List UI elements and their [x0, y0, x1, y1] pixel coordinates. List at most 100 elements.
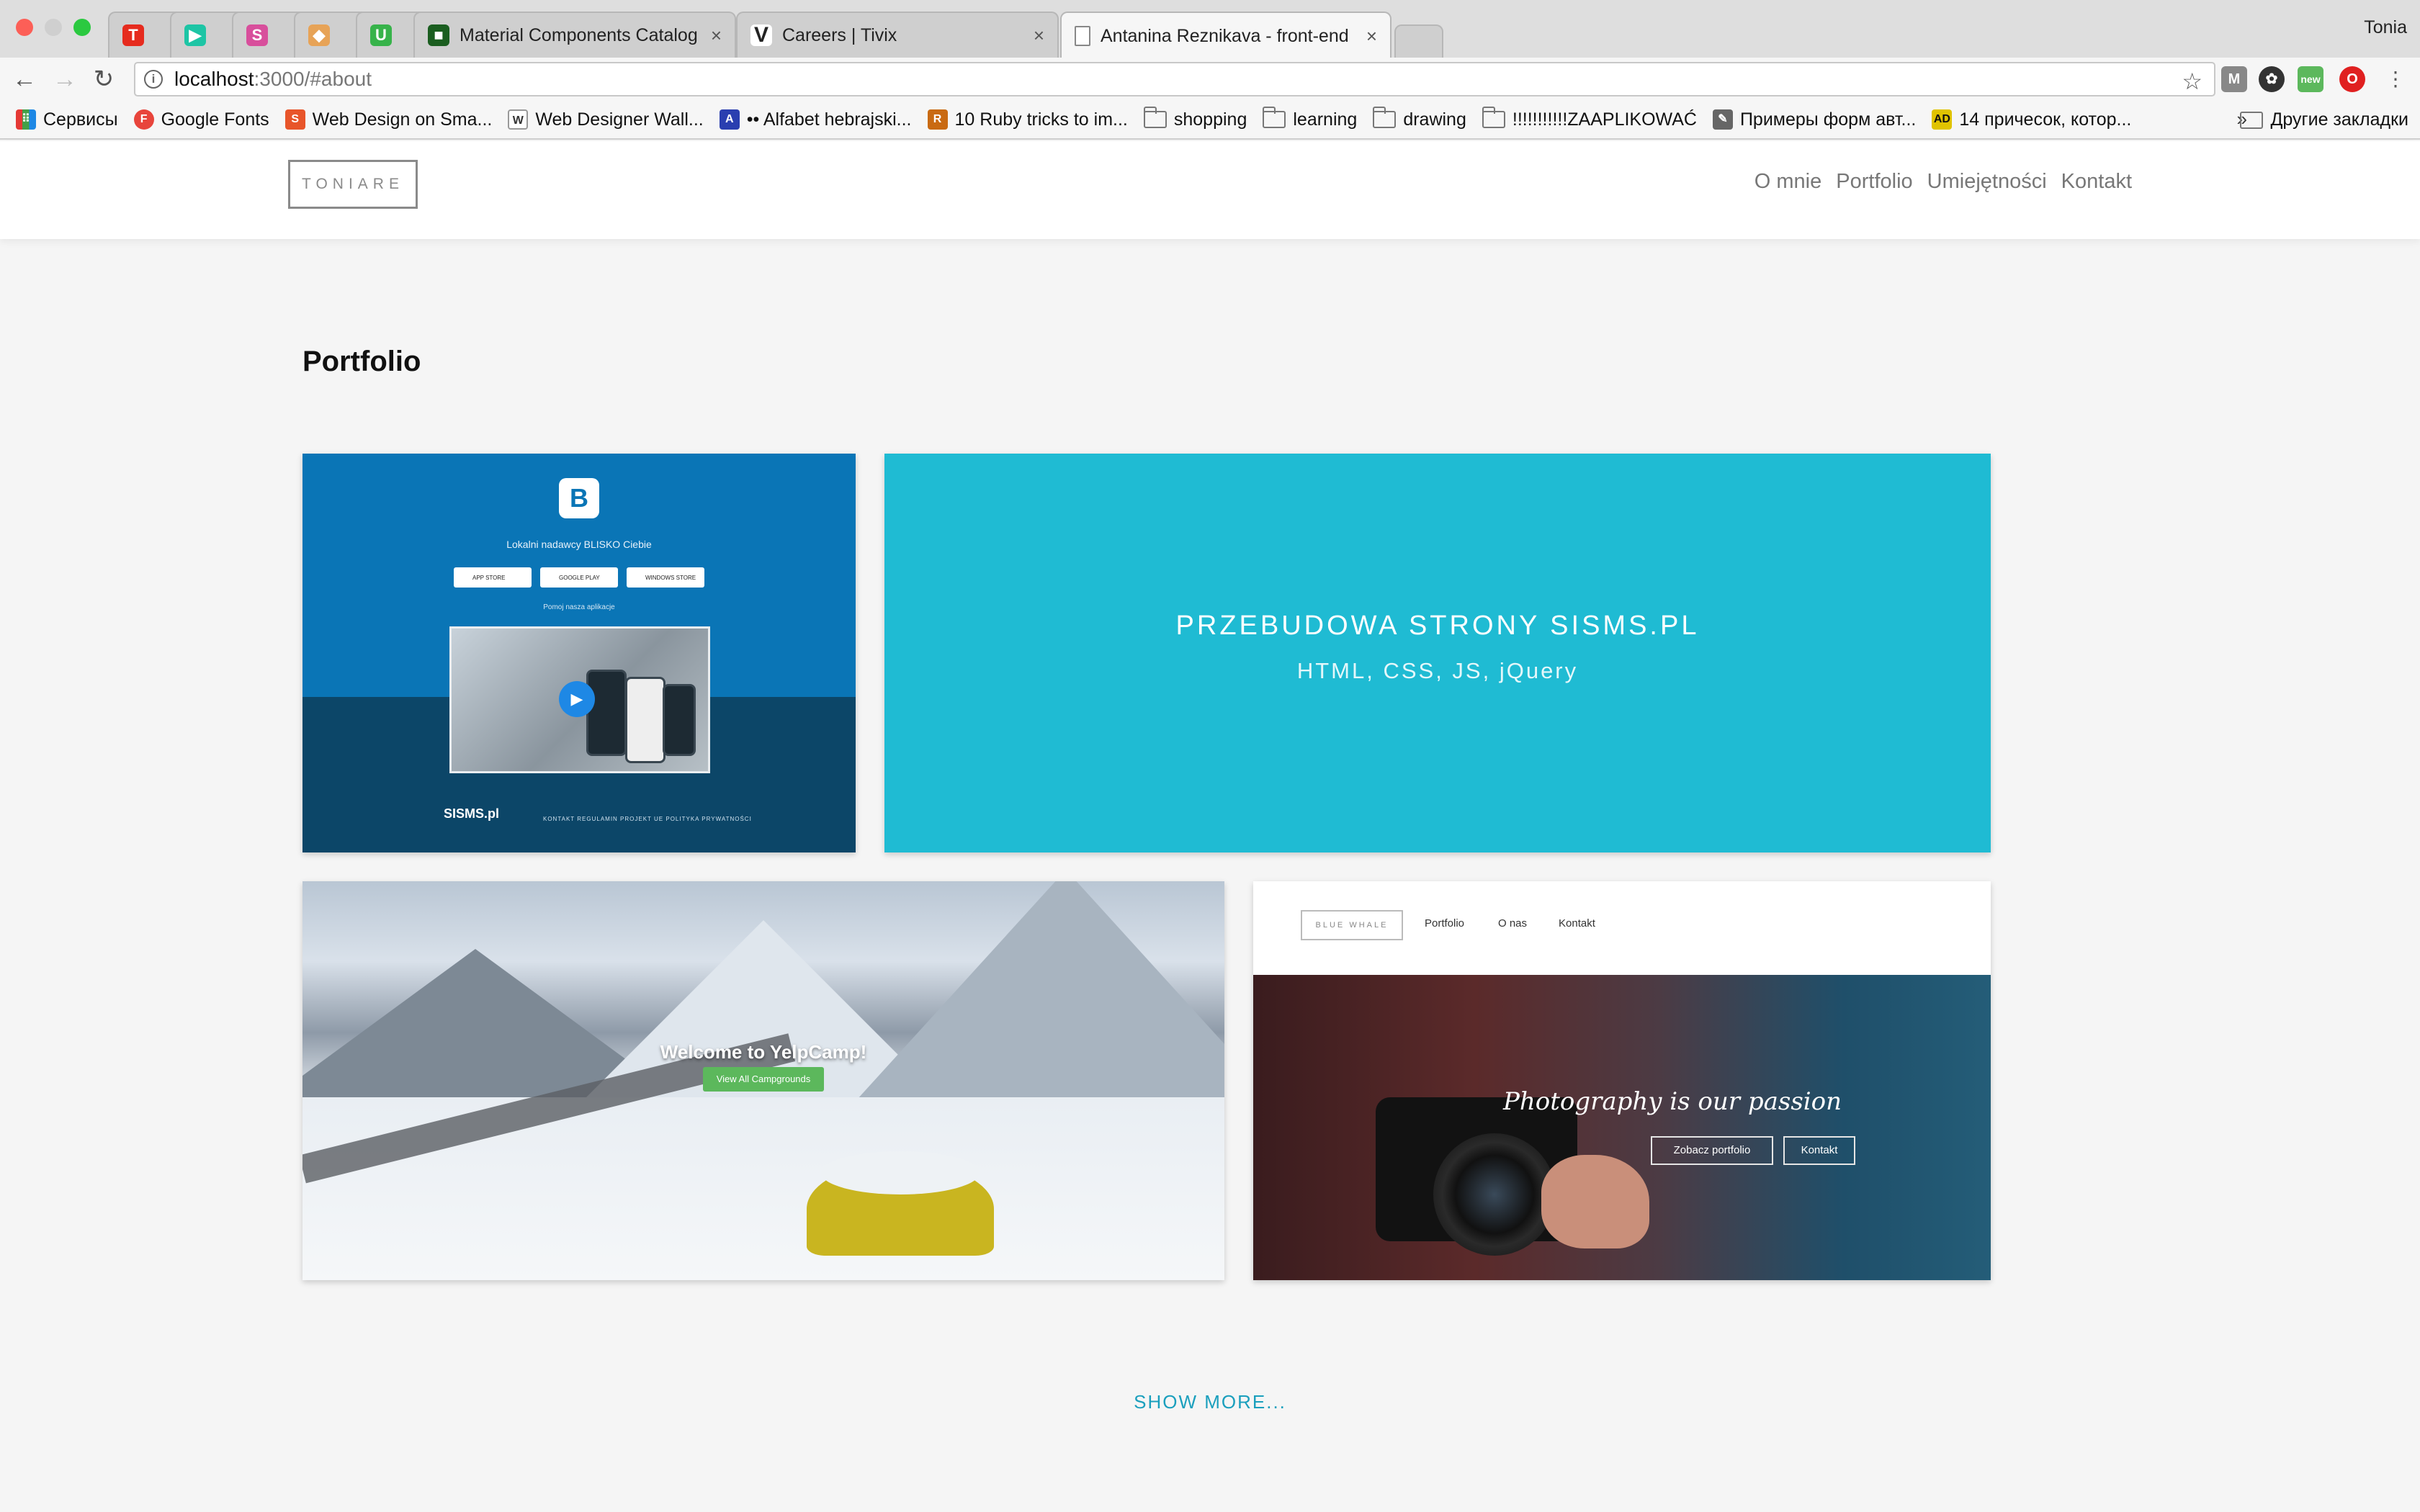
bookmark-folder-learning[interactable]: learning	[1263, 107, 1358, 130]
show-more-link[interactable]: SHOW MORE...	[0, 1391, 2420, 1413]
portfolio-card-sisms-preview[interactable]: B Lokalni nadawcy BLISKO Ciebie APP STOR…	[302, 454, 856, 852]
bookmark-folder-zaaplikowac[interactable]: !!!!!!!!!!!ZAAPLIKOWAĆ	[1482, 107, 1697, 130]
url-path: :3000/#about	[254, 68, 372, 90]
browser-tab-material[interactable]: ■ Material Components Catalog ×	[413, 12, 736, 58]
browser-tabstrip: T ▶ S ◆ U ■ Material Components Catalog …	[0, 0, 2420, 59]
preview-footer-links: KONTAKT REGULAMIN PROJEKT UE POLITYKA PR…	[543, 816, 752, 822]
bluewhale-contact-button: Kontakt	[1783, 1136, 1855, 1165]
close-icon[interactable]: ×	[1034, 24, 1044, 47]
close-icon[interactable]: ×	[1366, 25, 1377, 48]
minimize-window-button[interactable]	[45, 19, 62, 36]
bookmark-label: learning	[1293, 109, 1358, 130]
bookmark-ruby-tricks[interactable]: R 10 Ruby tricks to im...	[927, 109, 1128, 130]
bluewhale-nav-contact: Kontakt	[1559, 917, 1595, 930]
bookmark-label: Сервисы	[43, 109, 118, 130]
app-icon-orange: ◆	[308, 24, 330, 46]
bookmark-label: •• Alfabet hebrajski...	[746, 109, 912, 130]
extension-icon[interactable]: ✿	[2259, 66, 2285, 92]
zoom-window-button[interactable]	[73, 19, 91, 36]
project-tech: HTML, CSS, JS, jQuery	[1296, 658, 1579, 683]
bookmark-label: 14 причесок, котор...	[1959, 109, 2132, 130]
other-bookmarks[interactable]: Другие закладки	[2240, 109, 2408, 130]
play-icon: ▶	[559, 681, 595, 717]
tent-snow	[821, 1151, 980, 1194]
windows-store-badge: WINDOWS STORE	[627, 567, 704, 588]
bookmark-label: Google Fonts	[161, 109, 269, 130]
site-logo[interactable]: TONIARE	[288, 160, 418, 209]
bookmark-label: shopping	[1173, 109, 1247, 130]
bookmark-forms[interactable]: ✎ Примеры форм авт...	[1712, 109, 1916, 130]
bluewhale-nav-portfolio: Portfolio	[1425, 917, 1465, 930]
tab-title: Careers | Tivix	[782, 24, 897, 45]
bookmark-label: Другие закладки	[2270, 109, 2408, 130]
bookmark-google-fonts[interactable]: F Google Fonts	[133, 109, 269, 130]
bookmark-apps[interactable]: ⠿ Сервисы	[16, 109, 118, 130]
back-arrow-icon[interactable]: ←	[10, 65, 39, 94]
folder-icon	[2240, 111, 2264, 129]
portfolio-card-yelpcamp[interactable]: Welcome to YelpCamp! View All Campground…	[302, 881, 1224, 1280]
app-icon-pink: S	[246, 24, 268, 46]
close-window-button[interactable]	[16, 19, 33, 36]
camera-lens	[1433, 1133, 1556, 1256]
phone-mockup	[586, 670, 627, 756]
site-nav: O mnie Portfolio Umiejętności Kontakt	[1740, 170, 2132, 194]
reload-icon[interactable]: ↻	[89, 65, 118, 94]
yelpcamp-button: View All Campgrounds	[703, 1067, 824, 1092]
info-icon[interactable]: i	[144, 70, 163, 89]
bookmark-folder-drawing[interactable]: drawing	[1373, 107, 1466, 130]
material-icon: ■	[428, 24, 449, 46]
browser-tab-tivix[interactable]: V Careers | Tivix ×	[736, 12, 1059, 58]
bookmark-smashing[interactable]: S Web Design on Sma...	[284, 109, 492, 130]
ruby-icon: R	[927, 109, 948, 130]
page-icon	[1075, 26, 1090, 46]
bookmark-folder-shopping[interactable]: shopping	[1143, 107, 1247, 130]
new-extension-icon[interactable]: new	[2298, 66, 2323, 92]
bluewhale-logo: BLUE WHALE	[1301, 910, 1403, 940]
url-host: localhost	[174, 68, 254, 90]
new-tab-button[interactable]	[1394, 24, 1443, 58]
phone-mockup	[663, 684, 696, 756]
close-icon[interactable]: ×	[711, 24, 722, 47]
yelpcamp-title: Welcome to YelpCamp!	[660, 1041, 867, 1063]
bookmark-star-icon[interactable]: ☆	[2182, 68, 2202, 95]
browser-tab-active[interactable]: Antanina Reznikava - front-end ×	[1060, 12, 1392, 59]
tab-title: Antanina Reznikava - front-end	[1101, 25, 1349, 46]
play-icon: ▶	[184, 24, 206, 46]
apps-grid-icon: ⠿	[16, 109, 36, 130]
smashing-icon: S	[284, 109, 305, 130]
nav-link-contact[interactable]: Kontakt	[2061, 170, 2132, 194]
nav-link-skills[interactable]: Umiejętności	[1927, 170, 2047, 194]
bookmark-label: drawing	[1403, 109, 1466, 130]
sisms-footer-logo: SISMS.pl	[444, 806, 500, 821]
folder-icon	[1143, 107, 1167, 128]
web-page: TONIARE O mnie Portfolio Umiejętności Ko…	[0, 141, 2420, 1512]
bookmark-alfabet[interactable]: A •• Alfabet hebrajski...	[719, 109, 912, 130]
address-bar[interactable]: i localhost:3000/#about ☆	[134, 62, 2215, 96]
preview-try-text: Pomoj nasza aplikacje	[543, 603, 615, 611]
site-header: TONIARE O mnie Portfolio Umiejętności Ko…	[0, 141, 2420, 239]
bookmark-label: 10 Ruby tricks to im...	[954, 109, 1128, 130]
forward-arrow-icon[interactable]: →	[50, 65, 79, 94]
portfolio-card-sisms-overlay[interactable]: PRZEBUDOWA STRONY SISMS.PL HTML, CSS, JS…	[884, 454, 1991, 852]
portfolio-card-bluewhale[interactable]: BLUE WHALE Portfolio O nas Kontakt Photo…	[1253, 881, 1991, 1280]
hand-shape	[1541, 1155, 1649, 1248]
wdw-icon: W	[508, 109, 529, 130]
nav-link-about[interactable]: O mnie	[1754, 170, 1821, 194]
bookmark-label: !!!!!!!!!!!ZAAPLIKOWAĆ	[1512, 109, 1697, 130]
folder-icon	[1482, 107, 1505, 128]
bluewhale-portfolio-button: Zobacz portfolio	[1651, 1136, 1773, 1165]
browser-toolbar: ← → ↻ i localhost:3000/#about ☆ M ✿ new …	[0, 58, 2420, 101]
nav-link-portfolio[interactable]: Portfolio	[1836, 170, 1912, 194]
preview-tagline: Lokalni nadawcy BLISKO Ciebie	[506, 539, 652, 550]
alfabet-icon: A	[719, 109, 740, 130]
upwork-icon: U	[370, 24, 392, 46]
opera-extension-icon[interactable]: O	[2339, 66, 2365, 92]
bookmark-web-designer-wall[interactable]: W Web Designer Wall...	[508, 109, 704, 130]
profile-name[interactable]: Tonia	[2364, 17, 2407, 38]
bluewhale-nav-about: O nas	[1498, 917, 1528, 930]
bookmark-hairstyles[interactable]: AD 14 причесок, котор...	[1932, 109, 2131, 130]
gmail-extension-icon[interactable]: M	[2221, 66, 2247, 92]
menu-kebab-icon[interactable]: ⋮	[2381, 65, 2410, 94]
bookmark-label: Web Designer Wall...	[535, 109, 704, 130]
google-play-badge: GOOGLE PLAY	[540, 567, 618, 588]
